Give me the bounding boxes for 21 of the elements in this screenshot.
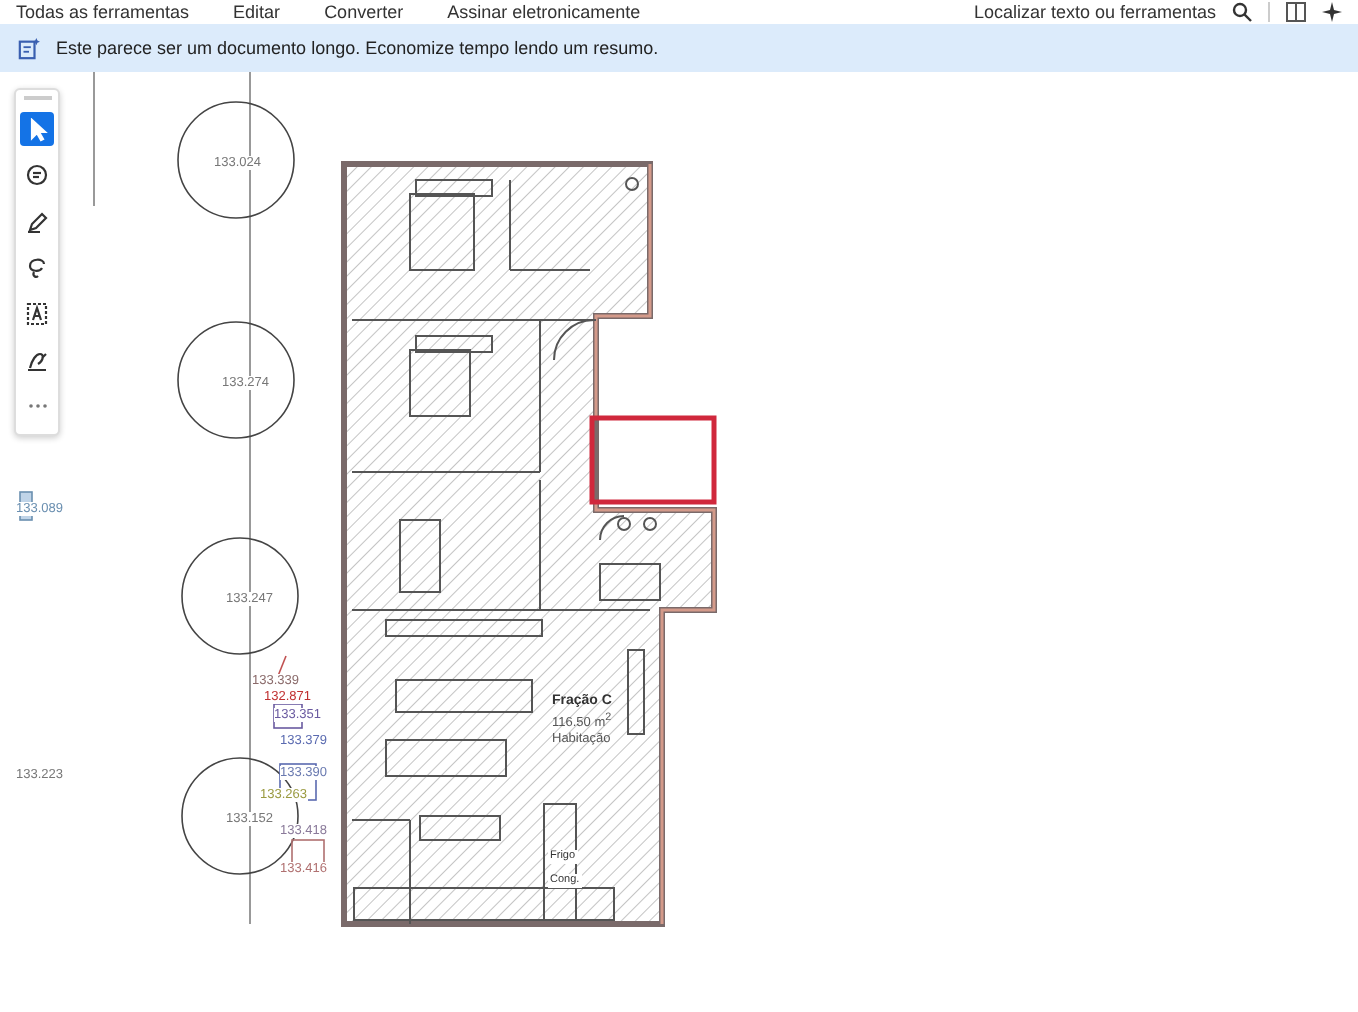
select-tool[interactable]	[20, 112, 54, 146]
text-box-icon	[25, 301, 49, 325]
highlight-rectangle[interactable]	[589, 415, 717, 505]
pen-icon	[25, 209, 49, 233]
comment-icon	[25, 163, 49, 187]
menu-item[interactable]: Todas as ferramentas	[16, 1, 190, 23]
pointer-icon	[25, 117, 49, 141]
layout-icon[interactable]	[1286, 2, 1306, 22]
menu-item[interactable]: Assinar eletronicamente	[447, 1, 641, 23]
signature-icon	[25, 347, 49, 371]
menu-item[interactable]: Converter	[324, 1, 404, 23]
lasso-icon	[25, 255, 49, 279]
search-icon[interactable]	[1232, 2, 1252, 22]
search-field[interactable]: Localizar texto ou ferramentas	[973, 1, 1216, 23]
summary-icon	[18, 37, 40, 59]
sparkle-icon[interactable]	[1322, 2, 1342, 22]
survey-circle	[177, 101, 295, 219]
banner-text: Este parece ser um documento longo. Economize tempo lendo um resumo.	[56, 38, 659, 58]
survey-circle	[181, 537, 299, 655]
menu-item[interactable]: Editar	[233, 1, 281, 23]
survey-circle	[177, 321, 295, 439]
